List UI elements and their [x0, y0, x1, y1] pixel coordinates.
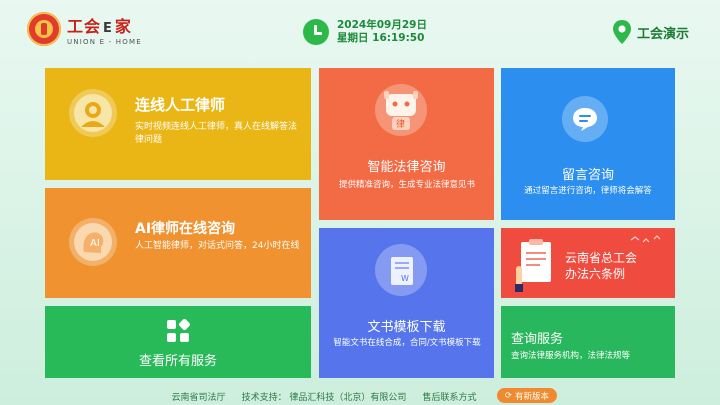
time-text: 星期日 16:19:50 [337, 32, 425, 44]
tile-query-service-title: 查询服务 [511, 332, 564, 347]
tile-message-consult-desc: 通过留言进行咨询，律师将会解答 [524, 186, 652, 196]
tile-yunnan-regulation-title: 云南省总工会 办法六条例 [565, 251, 638, 281]
clipboard-icon [515, 239, 551, 292]
clock-icon [303, 19, 329, 45]
birds-decoration-icon [630, 235, 661, 243]
svg-text:律: 律 [396, 118, 405, 130]
footer: 云南省司法厅 技术支持： 律品汇科技（北京）有限公司 售后联系方式 [0, 388, 720, 405]
ai-head-icon: AI [74, 223, 112, 261]
tile-doc-templates-desc: 智能文书在线合成，合同/文书模板下载 [333, 338, 481, 348]
tile-doc-templates[interactable]: W 文书模板下载 智能文书在线合成，合同/文书模板下载 [319, 228, 494, 378]
tile-message-consult[interactable]: 留言咨询 通过留言进行咨询，律师将会解答 [501, 68, 675, 220]
chat-bubble-icon [573, 108, 597, 131]
robot-icon: 律 [384, 91, 418, 130]
svg-text:AI: AI [90, 238, 100, 249]
tile-ai-lawyer[interactable]: AI AI律师在线咨询 人工智能律师，对话式问答，24小时在线 [45, 188, 311, 298]
lawyer-avatar-icon [74, 94, 112, 132]
location-pin-icon [613, 20, 631, 44]
logo-subtitle: UNION E - HOME [67, 37, 142, 46]
tile-smart-consult-desc: 提供精准咨询，生成专业法律意见书 [338, 180, 475, 190]
date-text: 2024年09月29日 [337, 19, 427, 31]
logo-title: 工会 E 家 [67, 16, 132, 36]
tile-live-lawyer-title: 连线人工律师 [135, 96, 226, 114]
union-emblem-icon [27, 12, 61, 46]
grid-apps-icon [167, 319, 190, 342]
tile-all-services[interactable]: 查看所有服务 [45, 306, 311, 378]
tile-query-service-desc: 查询法律服务机构，法律法规等 [511, 351, 631, 361]
update-version-button[interactable]: ⟳ 有新版本 [497, 388, 557, 403]
tile-live-lawyer[interactable]: 连线人工律师 实时视频连线人工律师，真人在线解答法律问题 [45, 68, 311, 180]
tile-smart-consult[interactable]: 律 智能法律咨询 提供精准咨询，生成专业法律意见书 [319, 68, 494, 220]
tile-query-service[interactable]: 查询服务 查询法律服务机构，法律法规等 [501, 306, 675, 378]
tile-smart-consult-title: 智能法律咨询 [367, 160, 446, 175]
tile-yunnan-regulation[interactable]: 云南省总工会 办法六条例 [501, 228, 675, 298]
tile-message-consult-title: 留言咨询 [561, 168, 614, 183]
footer-support: 技术支持： 律品汇科技（北京）有限公司 [241, 393, 407, 403]
tile-live-lawyer-desc: 实时视频连线人工律师，真人在线解答法律问题 [135, 122, 298, 145]
tile-doc-templates-title: 文书模板下载 [367, 320, 446, 335]
location-label: 工会演示 [637, 26, 690, 42]
footer-dept: 云南省司法厅 [171, 393, 226, 403]
svg-text:W: W [401, 274, 409, 283]
refresh-icon: ⟳ [504, 390, 513, 401]
tile-ai-lawyer-desc: 人工智能律师，对话式问答，24小时在线 [135, 241, 300, 251]
app-logo: 工会 E 家 UNION E - HOME [27, 12, 142, 46]
tile-all-services-title: 查看所有服务 [138, 354, 217, 369]
tile-ai-lawyer-title: AI律师在线咨询 [135, 221, 236, 237]
datetime-display: 2024年09月29日 星期日 16:19:50 [303, 19, 427, 45]
location-selector[interactable]: 工会演示 [611, 19, 689, 45]
update-version-label: 有新版本 [515, 391, 550, 402]
document-icon: W [391, 257, 413, 285]
footer-after-sales[interactable]: 售后联系方式 [422, 390, 476, 403]
